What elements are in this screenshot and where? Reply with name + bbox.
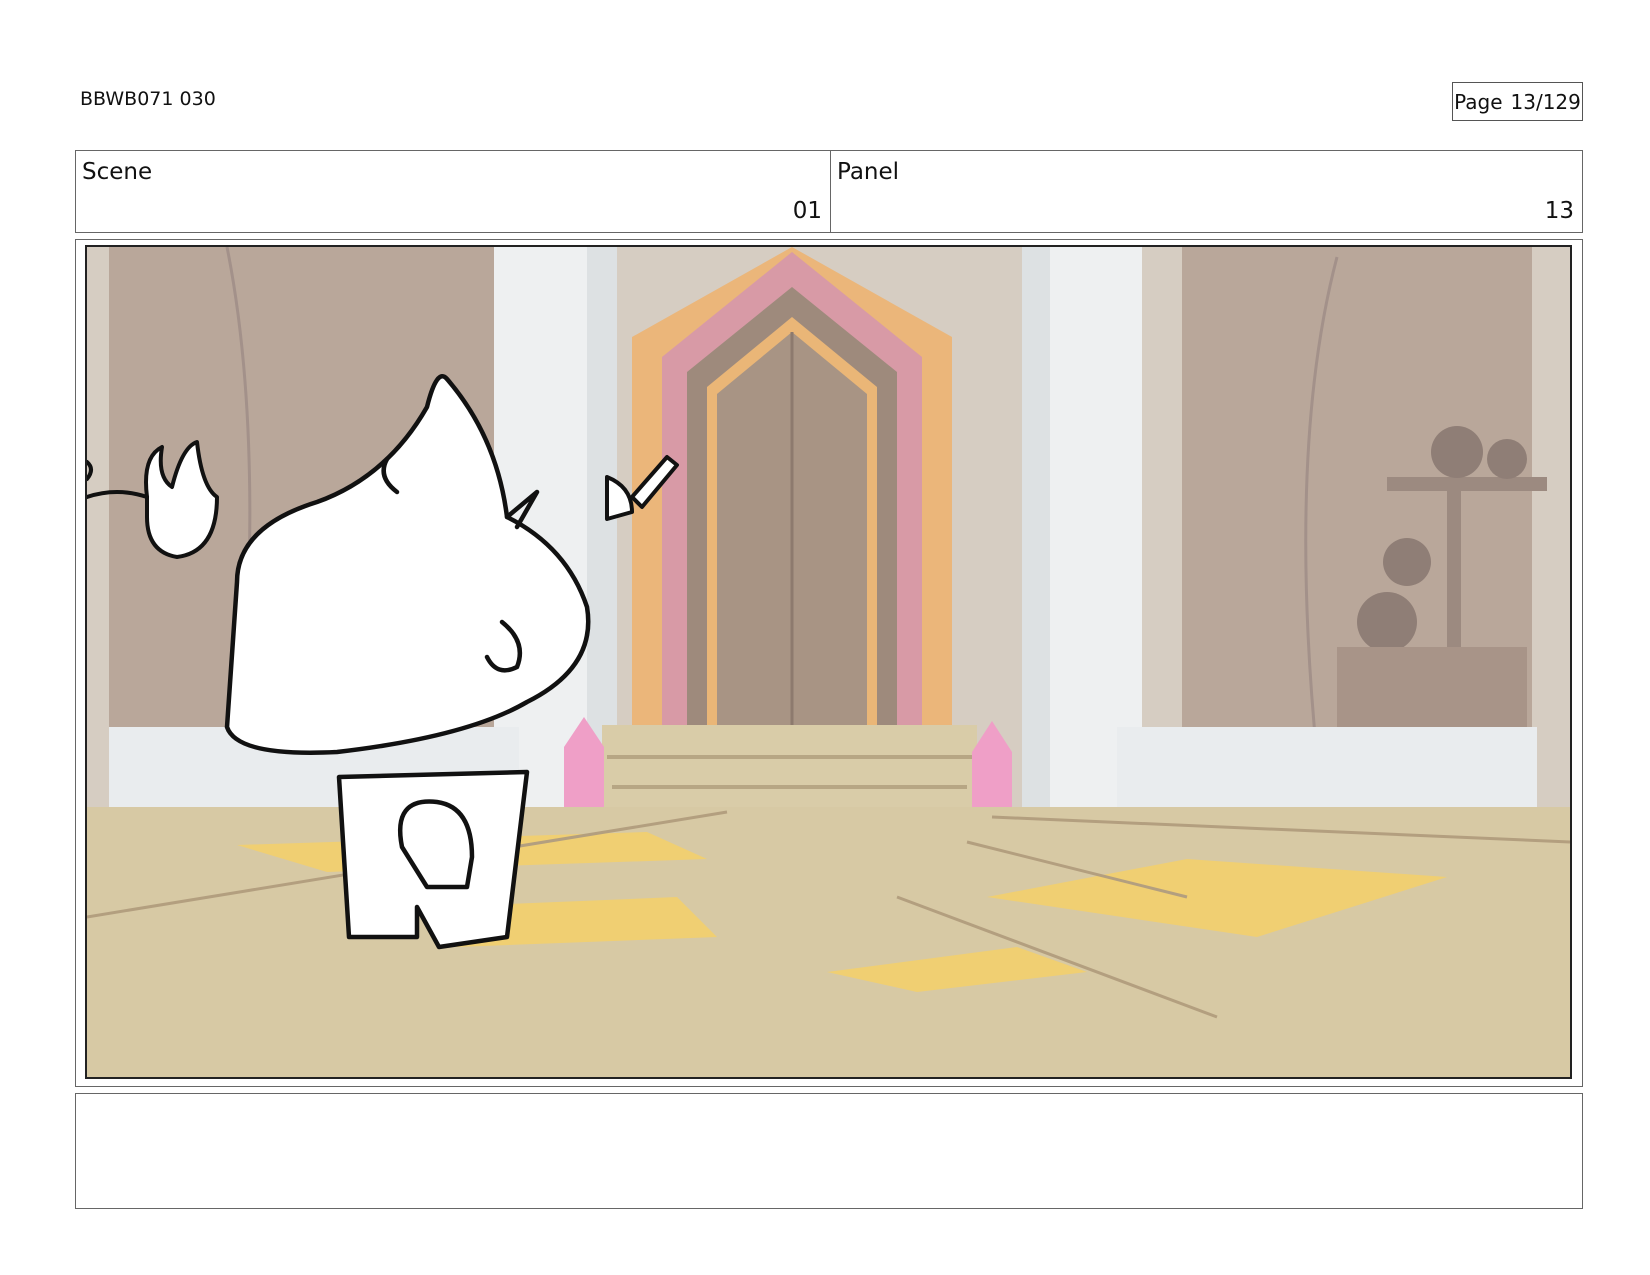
- shelf-object: [1383, 538, 1431, 586]
- right-base: [1117, 727, 1537, 807]
- scene-illustration: [87, 247, 1570, 1077]
- panel-number: 13: [1544, 198, 1574, 224]
- page-label: Page: [1454, 89, 1503, 114]
- panel-cell: Panel 13: [830, 151, 1582, 232]
- panel-notes-box: [75, 1093, 1583, 1209]
- scene-number: 01: [792, 198, 822, 224]
- shelf-post: [1447, 491, 1461, 661]
- scene-panel-header: Scene 01 Panel 13: [75, 150, 1583, 233]
- steps: [602, 725, 977, 815]
- panel-label: Panel: [837, 159, 900, 185]
- scene-label: Scene: [82, 159, 153, 185]
- shelf: [1387, 477, 1547, 491]
- shelf-object: [1487, 439, 1527, 479]
- storyboard-artwork: [85, 245, 1572, 1079]
- right-pillar-shade: [1022, 247, 1050, 847]
- shelf-object: [1357, 592, 1417, 652]
- shelf-object: [1431, 426, 1483, 478]
- page-number: 13/129: [1510, 89, 1581, 114]
- page-indicator: Page 13/129: [1452, 82, 1583, 121]
- scene-cell: Scene 01: [76, 151, 830, 232]
- document-code: BBWB071 030: [80, 88, 216, 110]
